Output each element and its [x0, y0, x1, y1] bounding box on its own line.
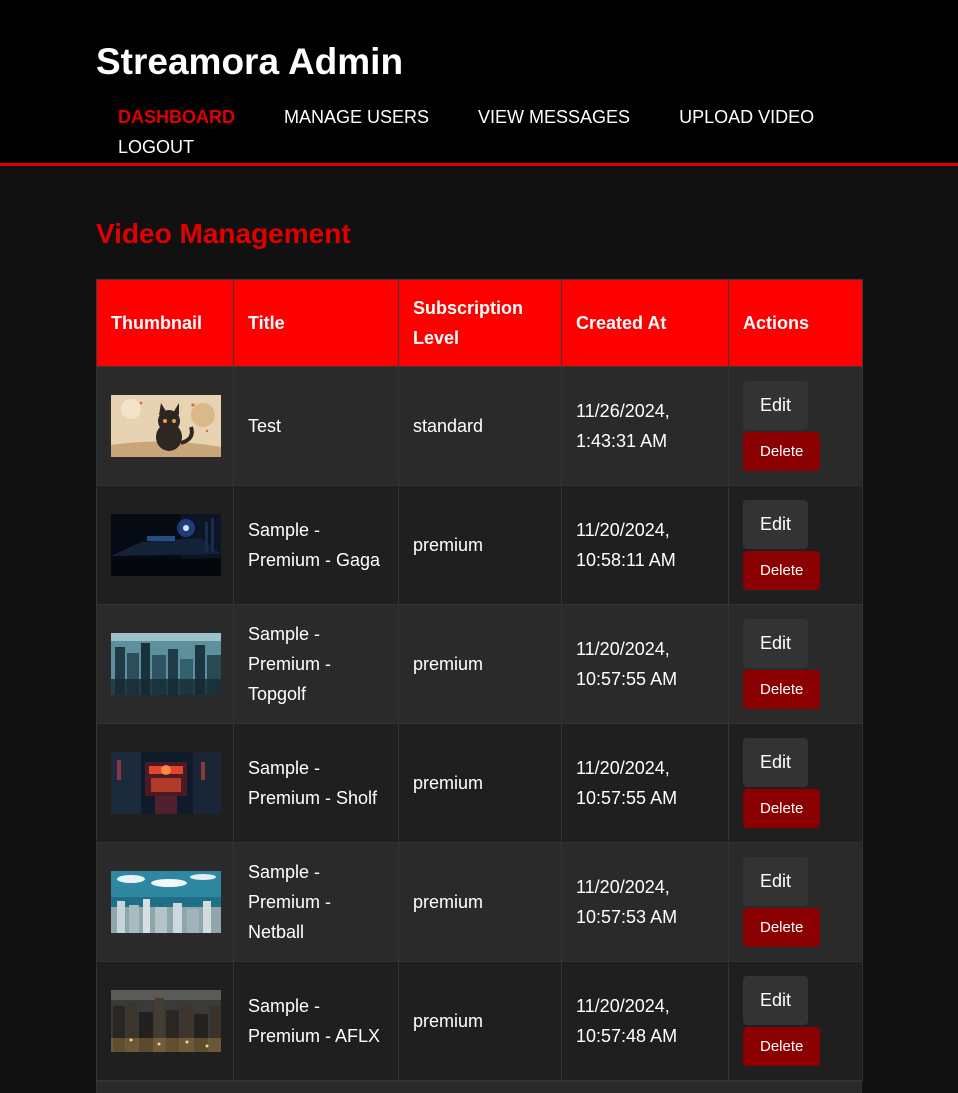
subscription-level: premium — [398, 723, 562, 843]
delete-button[interactable]: Delete — [743, 551, 821, 590]
nav-logout[interactable]: LOGOUT — [118, 136, 194, 158]
actions-cell: Edit Delete — [728, 485, 863, 605]
thumbnail-cell — [96, 366, 234, 486]
delete-button[interactable]: Delete — [743, 908, 821, 947]
col-thumbnail: Thumbnail — [96, 279, 234, 367]
actions-cell: Edit Delete — [728, 961, 863, 1081]
delete-button[interactable]: Delete — [743, 670, 821, 709]
table-row: Sample - Premium - Netball premium 11/20/2… — [96, 842, 863, 962]
subscription-level: premium — [398, 961, 562, 1081]
edit-button[interactable]: Edit — [743, 381, 809, 430]
table-row: Sample - Premium - Topgolf premium 11/20/2… — [96, 604, 863, 724]
edit-button[interactable]: Edit — [743, 738, 809, 787]
table-body: Test standard 11/26/2024, 1:43:31 AM Edit De… — [96, 366, 863, 1081]
table-row: Sample - Premium - AFLX premium 11/20/2024… — [96, 961, 863, 1081]
col-subscription-level: Subscription Level — [398, 279, 562, 367]
table-row — [96, 1081, 862, 1093]
actions-cell: Edit Delete — [728, 723, 863, 843]
subscription-level: premium — [398, 604, 562, 724]
video-title: Sample - Premium - Sholf — [233, 723, 399, 843]
edit-button[interactable]: Edit — [743, 857, 809, 906]
video-title: Sample - Premium - Netball — [233, 842, 399, 962]
created-at: 11/20/2024, 10:57:53 AM — [561, 842, 729, 962]
thumbnail-cell — [96, 604, 234, 724]
nav-dashboard[interactable]: DASHBOARD — [118, 106, 235, 128]
site-title: Streamora Admin — [96, 41, 404, 82]
created-at: 11/20/2024, 10:58:11 AM — [561, 485, 729, 605]
table-header-row: Thumbnail Title Subscription Level Creat… — [96, 279, 863, 367]
subscription-level: standard — [398, 366, 562, 486]
video-thumbnail — [111, 395, 221, 457]
main-content: Video Management Thumbnail Title Subscri… — [96, 166, 863, 1093]
subscription-level: premium — [398, 485, 562, 605]
created-at: 11/26/2024, 1:43:31 AM — [561, 366, 729, 486]
nav-manage-users[interactable]: MANAGE USERS — [284, 106, 429, 128]
video-title: Sample - Premium - Gaga — [233, 485, 399, 605]
video-table: Thumbnail Title Subscription Level Creat… — [96, 279, 863, 1081]
subscription-level: premium — [398, 842, 562, 962]
edit-button[interactable]: Edit — [743, 619, 809, 668]
video-thumbnail — [111, 752, 221, 814]
created-at: 11/20/2024, 10:57:48 AM — [561, 961, 729, 1081]
thumbnail-cell — [96, 842, 234, 962]
actions-cell: Edit Delete — [728, 366, 863, 486]
actions-cell: Edit Delete — [728, 604, 863, 724]
video-title: Test — [233, 366, 399, 486]
edit-button[interactable]: Edit — [743, 500, 809, 549]
nav-view-messages[interactable]: VIEW MESSAGES — [478, 106, 630, 128]
page-title: Video Management — [96, 218, 351, 249]
delete-button[interactable]: Delete — [743, 432, 821, 471]
main-nav: DASHBOARD MANAGE USERS VIEW MESSAGES UPL… — [118, 106, 838, 158]
actions-cell: Edit Delete — [728, 842, 863, 962]
created-at: 11/20/2024, 10:57:55 AM — [561, 723, 729, 843]
col-actions: Actions — [728, 279, 863, 367]
nav-upload-video[interactable]: UPLOAD VIDEO — [679, 106, 814, 128]
video-title: Sample - Premium - Topgolf — [233, 604, 399, 724]
video-thumbnail — [111, 633, 221, 695]
delete-button[interactable]: Delete — [743, 789, 821, 828]
edit-button[interactable]: Edit — [743, 976, 809, 1025]
col-title: Title — [233, 279, 399, 367]
thumbnail-cell — [96, 485, 234, 605]
delete-button[interactable]: Delete — [743, 1027, 821, 1066]
video-thumbnail — [111, 871, 221, 933]
video-thumbnail — [111, 990, 221, 1052]
table-row: Sample - Premium - Gaga premium 11/20/2024… — [96, 485, 863, 605]
created-at: 11/20/2024, 10:57:55 AM — [561, 604, 729, 724]
table-row: Test standard 11/26/2024, 1:43:31 AM Edit De… — [96, 366, 863, 486]
video-thumbnail — [111, 514, 221, 576]
video-title: Sample - Premium - AFLX — [233, 961, 399, 1081]
thumbnail-cell — [96, 723, 234, 843]
header: Streamora Admin DASHBOARD MANAGE USERS V… — [0, 0, 958, 166]
table-row: Sample - Premium - Sholf premium 11/20/202… — [96, 723, 863, 843]
col-created-at: Created At — [561, 279, 729, 367]
thumbnail-cell — [96, 961, 234, 1081]
